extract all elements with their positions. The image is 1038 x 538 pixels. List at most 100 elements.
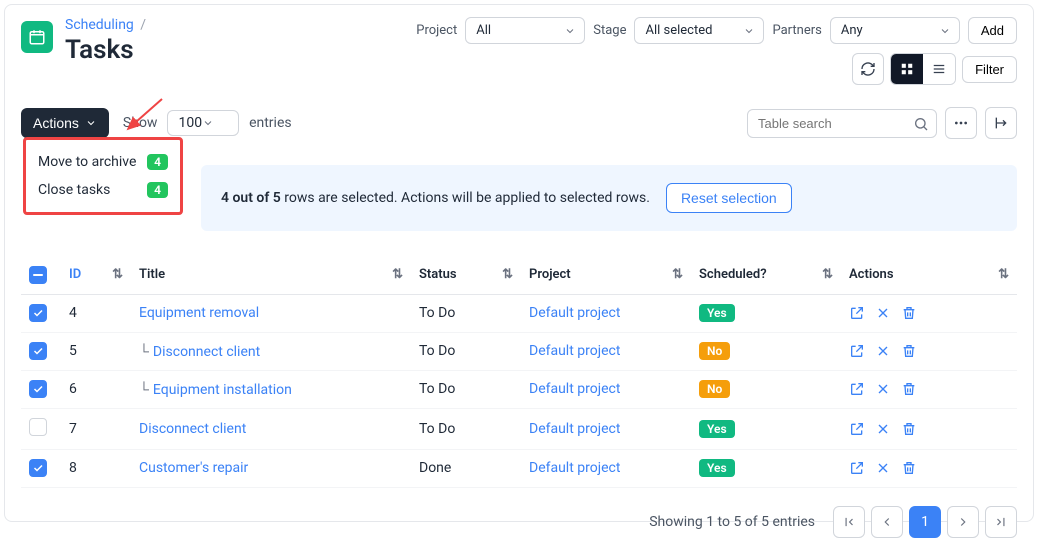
task-title-link[interactable]: Customer's repair	[139, 460, 248, 476]
cell-status: To Do	[411, 294, 521, 332]
project-link[interactable]: Default project	[529, 305, 620, 321]
row-actions	[849, 343, 1009, 359]
list-view-button[interactable]	[923, 54, 955, 84]
table-row: 8Customer's repairDoneDefault projectYes	[21, 449, 1017, 487]
export-button[interactable]	[985, 107, 1017, 139]
entries-label: entries	[249, 115, 292, 131]
first-page-button[interactable]	[833, 506, 865, 538]
last-page-button[interactable]	[985, 506, 1017, 538]
open-icon[interactable]	[849, 381, 865, 397]
refresh-button[interactable]	[852, 53, 884, 85]
prev-page-button[interactable]	[871, 506, 903, 538]
cell-title: Equipment removal	[131, 294, 411, 332]
dropdown-item-label: Move to archive	[38, 154, 136, 170]
sort-icon: ⇅	[822, 267, 833, 282]
breadcrumb-parent[interactable]: Scheduling	[65, 17, 134, 33]
header-filters: Project All Stage All selected Partners …	[416, 17, 1017, 44]
row-checkbox[interactable]	[29, 459, 47, 477]
open-icon[interactable]	[849, 305, 865, 321]
page-size-value: 100	[178, 115, 202, 131]
filter-partners-label: Partners	[772, 23, 821, 38]
filter-partners-select[interactable]: Any	[830, 17, 960, 44]
open-icon[interactable]	[849, 421, 865, 437]
col-id[interactable]: ID⇅	[61, 255, 131, 294]
cell-status: To Do	[411, 370, 521, 408]
cell-title: Disconnect client	[131, 408, 411, 449]
table-row: 6└Equipment installationTo Do Default pro…	[21, 370, 1017, 408]
task-title-link[interactable]: Disconnect client	[153, 344, 260, 360]
sort-icon: ⇅	[392, 267, 403, 282]
banner-text: 4 out of 5 rows are selected. Actions wi…	[221, 190, 650, 206]
cell-id: 4	[61, 294, 131, 332]
cell-project: Default project	[521, 408, 691, 449]
col-project[interactable]: Project⇅	[521, 255, 691, 294]
close-icon[interactable]	[875, 381, 891, 397]
banner-message: rows are selected. Actions will be appli…	[281, 190, 650, 206]
dropdown-item-label: Close tasks	[38, 182, 110, 198]
col-title[interactable]: Title⇅	[131, 255, 411, 294]
action-move-to-archive[interactable]: Move to archive 4	[36, 148, 170, 176]
sort-icon: ⇅	[672, 267, 683, 282]
filter-project-select[interactable]: All	[465, 17, 585, 44]
cell-scheduled: Yes	[691, 294, 841, 332]
project-link[interactable]: Default project	[529, 421, 620, 437]
filter-project-label: Project	[416, 23, 457, 38]
delete-icon[interactable]	[901, 460, 917, 476]
task-title-link[interactable]: Equipment removal	[139, 305, 259, 321]
task-title-link[interactable]: Equipment installation	[153, 382, 292, 398]
filter-stage-value: All selected	[645, 23, 712, 38]
more-options-button[interactable]	[945, 107, 977, 139]
action-close-tasks[interactable]: Close tasks 4	[36, 176, 170, 204]
open-icon[interactable]	[849, 460, 865, 476]
page-container: Scheduling / Tasks Project All Stage All…	[4, 4, 1034, 522]
filter-button[interactable]: Filter	[962, 56, 1017, 83]
col-scheduled[interactable]: Scheduled?⇅	[691, 255, 841, 294]
delete-icon[interactable]	[901, 343, 917, 359]
reset-selection-button[interactable]: Reset selection	[666, 183, 792, 213]
cell-id: 6	[61, 370, 131, 408]
select-all-checkbox[interactable]	[29, 266, 47, 284]
project-link[interactable]: Default project	[529, 460, 620, 476]
cell-title: └Equipment installation	[131, 370, 411, 408]
row-checkbox[interactable]	[29, 342, 47, 360]
dropdown-item-count: 4	[147, 182, 168, 198]
close-icon[interactable]	[875, 343, 891, 359]
cell-status: To Do	[411, 408, 521, 449]
close-icon[interactable]	[875, 460, 891, 476]
row-checkbox[interactable]	[29, 418, 47, 436]
sort-icon: ⇅	[998, 267, 1009, 282]
scheduled-badge: No	[699, 342, 730, 360]
project-link[interactable]: Default project	[529, 343, 620, 359]
project-link[interactable]: Default project	[529, 381, 620, 397]
row-checkbox[interactable]	[29, 304, 47, 322]
col-actions[interactable]: Actions⇅	[841, 255, 1017, 294]
page-1-button[interactable]: 1	[909, 506, 941, 538]
close-icon[interactable]	[875, 421, 891, 437]
page-size-select[interactable]: 100	[167, 110, 239, 136]
search-input[interactable]	[747, 109, 937, 138]
table-controls: Actions Show 100 entries	[21, 107, 1017, 139]
entries-info: Showing 1 to 5 of 5 entries	[649, 514, 815, 530]
search-tools	[747, 107, 1017, 139]
open-icon[interactable]	[849, 343, 865, 359]
task-title-link[interactable]: Disconnect client	[139, 421, 246, 437]
row-checkbox[interactable]	[29, 380, 47, 398]
add-button[interactable]: Add	[968, 17, 1017, 44]
filter-stage-select[interactable]: All selected	[634, 17, 764, 44]
cell-scheduled: Yes	[691, 449, 841, 487]
close-icon[interactable]	[875, 305, 891, 321]
cell-project: Default project	[521, 449, 691, 487]
actions-dropdown-button[interactable]: Actions	[21, 108, 109, 138]
row-actions	[849, 381, 1009, 397]
delete-icon[interactable]	[901, 381, 917, 397]
row-actions	[849, 421, 1009, 437]
table-footer: Showing 1 to 5 of 5 entries 1	[21, 506, 1017, 538]
delete-icon[interactable]	[901, 421, 917, 437]
cell-title: └Disconnect client	[131, 332, 411, 370]
col-status[interactable]: Status⇅	[411, 255, 521, 294]
actions-dropdown-menu: Move to archive 4 Close tasks 4	[23, 137, 183, 215]
search-box	[747, 109, 937, 138]
grid-view-button[interactable]	[891, 54, 923, 84]
next-page-button[interactable]	[947, 506, 979, 538]
delete-icon[interactable]	[901, 305, 917, 321]
